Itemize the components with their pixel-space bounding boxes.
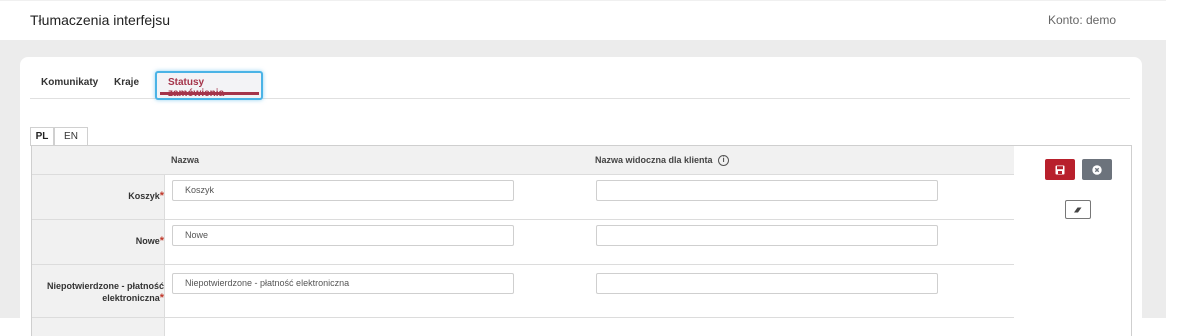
name-field[interactable]: Koszyk: [172, 180, 514, 201]
top-bar: Tłumaczenia interfejsu Konto: demo: [0, 0, 1166, 41]
account-label[interactable]: Konto: demo: [1048, 13, 1116, 27]
required-marker: *: [159, 292, 164, 304]
save-button[interactable]: [1045, 159, 1075, 180]
table-row: Koszyk* Koszyk: [32, 175, 1015, 220]
row-label-text: Koszyk: [128, 191, 160, 201]
client-name-field[interactable]: [596, 225, 938, 246]
table-row: Nowe* Nowe: [32, 220, 1015, 265]
client-name-field[interactable]: [596, 273, 938, 294]
eraser-icon: [1074, 207, 1082, 212]
tab-lang-en[interactable]: EN: [54, 127, 88, 146]
row-label-text: Niepotwierdzone - płatność elektroniczna: [46, 281, 164, 303]
tab-lang-pl[interactable]: PL: [30, 127, 54, 146]
client-name-field[interactable]: [596, 180, 938, 201]
name-field[interactable]: Nowe: [172, 225, 514, 246]
row-label: Koszyk*: [38, 190, 164, 202]
info-icon[interactable]: i: [718, 155, 730, 167]
column-header-client-name: Nazwa widoczna dla klienta i: [595, 155, 730, 167]
active-tab-indicator: [160, 92, 259, 95]
floppy-disk-icon: [1055, 165, 1065, 174]
column-header-name: Nazwa: [171, 155, 200, 165]
page-title: Tłumaczenia interfejsu: [30, 12, 171, 28]
tab-komunikaty[interactable]: Komunikaty: [41, 77, 98, 88]
actions-panel: [1014, 145, 1132, 336]
row-label: Nowe*: [38, 235, 164, 247]
required-marker: *: [159, 190, 164, 202]
close-circle-icon: [1092, 164, 1102, 175]
translations-table: Nazwa Nazwa widoczna dla klienta i Koszy…: [31, 145, 1016, 336]
clear-button[interactable]: [1065, 200, 1091, 219]
tab-statusy-zamowienia[interactable]: Statusy zamówienia: [155, 71, 263, 100]
tab-kraje[interactable]: Kraje: [114, 77, 139, 88]
column-header-client-name-label: Nazwa widoczna dla klienta: [595, 155, 713, 165]
row-label-text: Nowe: [135, 236, 160, 246]
required-marker: *: [159, 235, 164, 247]
translations-card: Komunikaty Kraje Statusy zamówienia PL E…: [20, 57, 1142, 336]
table-row: Niepotwierdzone - płatność elektroniczna…: [32, 265, 1015, 318]
cancel-button[interactable]: [1082, 159, 1112, 180]
table-header: Nazwa Nazwa widoczna dla klienta i: [32, 146, 1015, 175]
name-field[interactable]: Niepotwierdzone - płatność elektroniczna: [172, 273, 514, 294]
tab-label: Statusy zamówienia: [168, 77, 224, 99]
row-label: Niepotwierdzone - płatność elektroniczna…: [38, 280, 164, 304]
main-tabs: Komunikaty Kraje Statusy zamówienia: [30, 57, 1130, 100]
